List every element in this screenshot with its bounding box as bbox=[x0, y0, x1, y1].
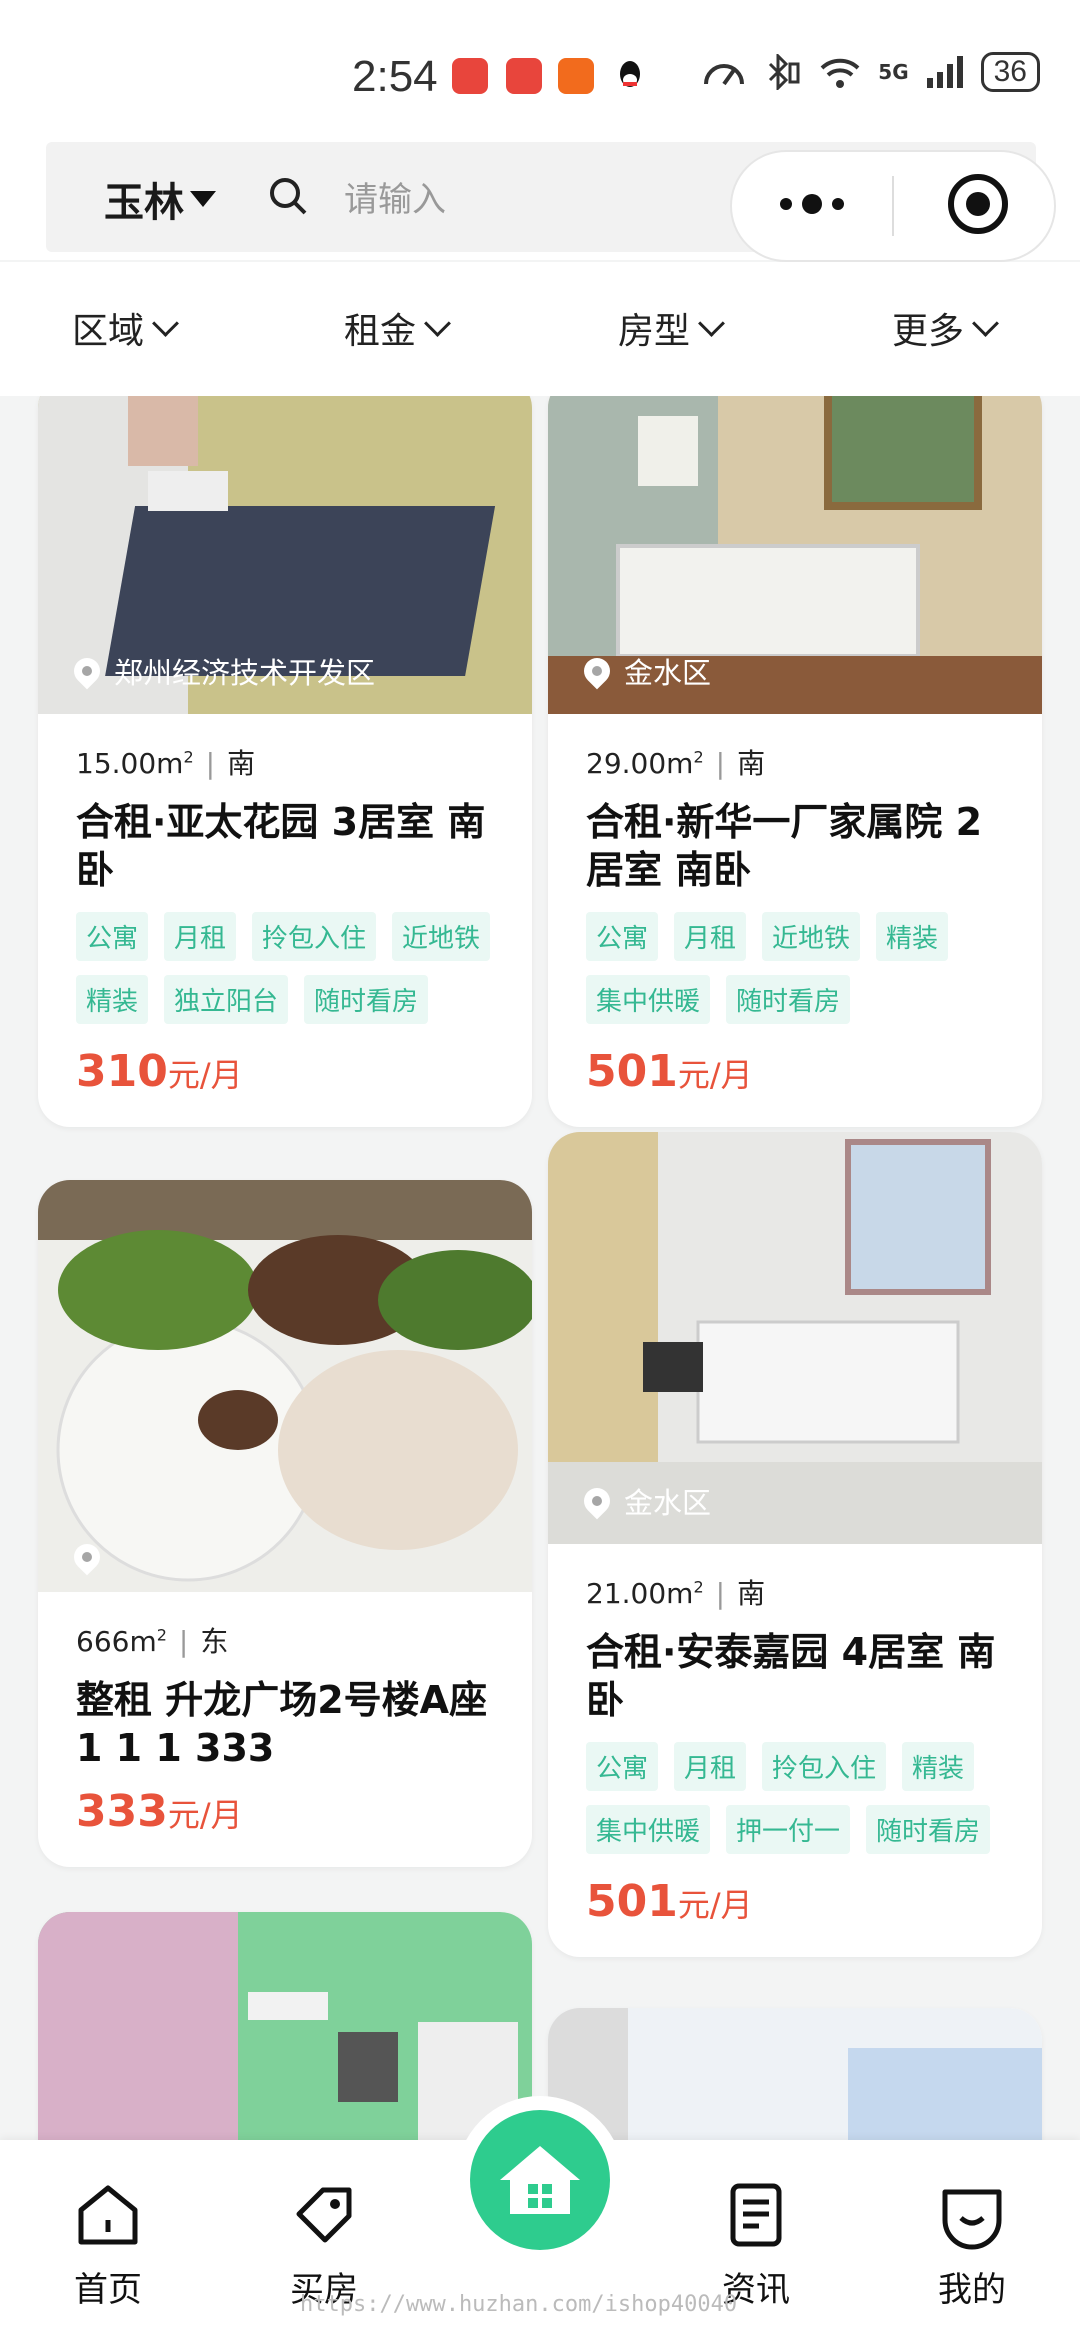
tag: 押一付一 bbox=[726, 1805, 851, 1854]
filter-room-type[interactable]: 房型 bbox=[618, 302, 725, 354]
listing-photo: 郑州经济技术开发区 bbox=[38, 396, 532, 714]
listing-price: 501元/月 bbox=[586, 1876, 753, 1927]
listing-tags: 公寓 月租 近地铁 精装 集中供暖 随时看房 bbox=[578, 906, 1012, 1032]
miniprogram-capsule bbox=[730, 150, 1056, 262]
tag: 近地铁 bbox=[762, 912, 861, 961]
city-label: 玉林 bbox=[104, 180, 184, 226]
listing-meta: 21.00m2 | 南 bbox=[586, 1577, 766, 1610]
listing-location bbox=[68, 1538, 114, 1576]
tag: 随时看房 bbox=[726, 975, 851, 1024]
filter-more[interactable]: 更多 bbox=[892, 302, 999, 354]
listing-location: 金水区 bbox=[578, 650, 711, 692]
watermark: https://www.huzhan.com/ishop40040 bbox=[300, 2292, 738, 2317]
location-pin-icon bbox=[68, 1538, 106, 1576]
tag: 公寓 bbox=[586, 912, 659, 961]
tag: 随时看房 bbox=[866, 1805, 991, 1854]
listing-card[interactable]: 666m2 | 东 整租 升龙广场2号楼A座 1 1 1 333 333元/月 bbox=[38, 1180, 532, 1867]
listing-title: 合租·新华一厂家属院 2居室 南卧 bbox=[586, 800, 983, 892]
tag: 月租 bbox=[674, 1742, 747, 1791]
listing-photo bbox=[38, 1180, 532, 1592]
capsule-divider bbox=[892, 176, 894, 236]
more-menu-button[interactable] bbox=[780, 194, 844, 214]
listing-card[interactable]: 金水区 29.00m2 | 南 合租·新华一厂家属院 2居室 南卧 公寓 月租 近地… bbox=[548, 396, 1042, 1127]
location-pin-icon bbox=[68, 652, 106, 690]
chevron-down-icon bbox=[424, 309, 451, 337]
close-target-icon[interactable] bbox=[948, 174, 1008, 234]
listing-title: 合租·亚太花园 3居室 南卧 bbox=[76, 800, 486, 892]
chevron-down-icon bbox=[972, 309, 999, 337]
listing-location: 金水区 bbox=[578, 1480, 711, 1522]
search-input[interactable]: 请输入 bbox=[344, 172, 446, 221]
video-app-icon bbox=[558, 58, 594, 94]
status-bar: 2:54 5G 36 bbox=[0, 0, 1080, 140]
listing-title: 整租 升龙广场2号楼A座 1 1 1 333 bbox=[76, 1678, 488, 1770]
tag: 月租 bbox=[164, 912, 237, 961]
listing-tags: 公寓 月租 拎包入住 近地铁 精装 独立阳台 随时看房 bbox=[68, 906, 502, 1032]
smile-icon bbox=[942, 2189, 1002, 2250]
listing-photo: 金水区 bbox=[548, 396, 1042, 714]
center-home-button[interactable] bbox=[470, 2110, 610, 2250]
listing-tags: 公寓 月租 拎包入住 精装 集中供暖 押一付一 随时看房 bbox=[578, 1736, 1012, 1862]
listing-price: 333元/月 bbox=[76, 1786, 243, 1837]
listing-card[interactable] bbox=[548, 2008, 1042, 2140]
listing-price: 310元/月 bbox=[76, 1046, 243, 1097]
tag: 精装 bbox=[876, 912, 949, 961]
huawei-app-icon bbox=[506, 58, 542, 94]
document-icon bbox=[730, 2183, 782, 2247]
location-pin-icon bbox=[578, 652, 616, 690]
tag: 拎包入住 bbox=[252, 912, 377, 961]
listing-card[interactable]: 金水区 21.00m2 | 南 合租·安泰嘉园 4居室 南卧 公寓 月租 拎包入住 … bbox=[548, 1132, 1042, 1957]
listing-card[interactable]: 郑州经济技术开发区 15.00m2 | 南 合租·亚太花园 3居室 南卧 公寓 月租… bbox=[38, 396, 532, 1127]
search-icon bbox=[270, 178, 307, 215]
home-icon bbox=[78, 2185, 138, 2245]
listing-title: 合租·安泰嘉园 4居室 南卧 bbox=[586, 1630, 996, 1722]
location-pin-icon bbox=[578, 1482, 616, 1520]
listing-meta: 15.00m2 | 南 bbox=[76, 747, 256, 780]
tag: 公寓 bbox=[586, 1742, 659, 1791]
listing-photo: 金水区 bbox=[548, 1132, 1042, 1544]
tag: 集中供暖 bbox=[586, 1805, 711, 1854]
filter-bar: 区域 租金 房型 更多 bbox=[0, 262, 1080, 396]
qq-icon bbox=[612, 58, 648, 94]
caret-down-icon bbox=[190, 191, 216, 207]
filter-rent[interactable]: 租金 bbox=[344, 302, 451, 354]
house-icon bbox=[500, 2146, 580, 2214]
listing-meta: 29.00m2 | 南 bbox=[586, 747, 766, 780]
signal-icon bbox=[926, 56, 963, 88]
status-time: 2:54 bbox=[352, 52, 438, 101]
tag: 精装 bbox=[902, 1742, 975, 1791]
tag: 月租 bbox=[674, 912, 747, 961]
listing-photo bbox=[548, 2008, 1042, 2140]
status-indicators: 5G 36 bbox=[702, 52, 1040, 92]
city-selector[interactable]: 玉林 bbox=[104, 170, 216, 228]
chevron-down-icon bbox=[152, 309, 179, 337]
tag: 精装 bbox=[76, 975, 149, 1024]
wifi-icon bbox=[820, 58, 860, 88]
tag: 公寓 bbox=[76, 912, 149, 961]
tag: 集中供暖 bbox=[586, 975, 711, 1024]
listing-feed[interactable]: 郑州经济技术开发区 15.00m2 | 南 合租·亚太花园 3居室 南卧 公寓 月租… bbox=[0, 396, 1080, 2140]
chevron-down-icon bbox=[698, 309, 725, 337]
listing-photo bbox=[38, 1912, 532, 2140]
tag: 随时看房 bbox=[304, 975, 429, 1024]
listing-price: 501元/月 bbox=[586, 1046, 753, 1097]
nav-profile[interactable]: 我的 bbox=[902, 2180, 1042, 2311]
speed-icon bbox=[704, 64, 745, 86]
listing-location: 郑州经济技术开发区 bbox=[68, 650, 375, 692]
filter-region[interactable]: 区域 bbox=[72, 302, 179, 354]
tag: 独立阳台 bbox=[164, 975, 289, 1024]
listing-meta: 666m2 | 东 bbox=[76, 1625, 229, 1658]
listing-card[interactable] bbox=[38, 1912, 532, 2140]
tag-icon bbox=[296, 2187, 352, 2243]
network-label: 5G bbox=[878, 60, 909, 84]
tag: 近地铁 bbox=[392, 912, 491, 961]
huawei-app-icon bbox=[452, 58, 488, 94]
battery-indicator: 36 bbox=[980, 52, 1040, 92]
nav-home[interactable]: 首页 bbox=[38, 2180, 178, 2311]
bluetooth-icon bbox=[769, 54, 800, 90]
tag: 拎包入住 bbox=[762, 1742, 887, 1791]
